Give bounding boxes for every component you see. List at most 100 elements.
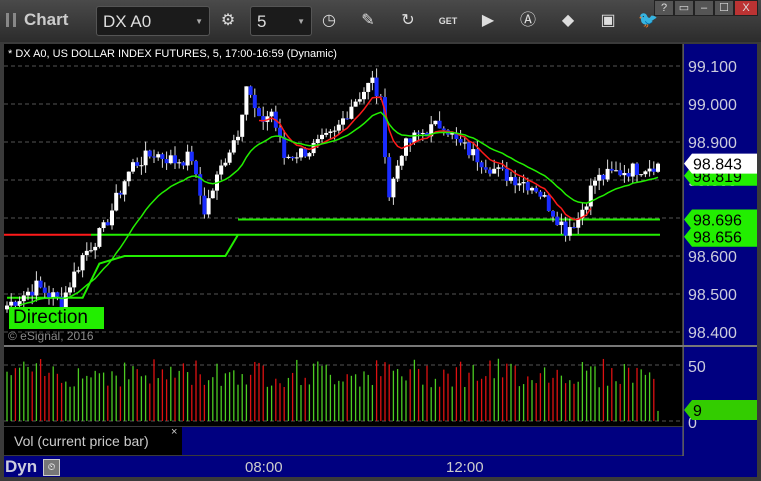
candle-body: [303, 148, 308, 157]
candle-body: [441, 128, 446, 131]
candle-body: [177, 162, 182, 164]
candle-body: [320, 134, 324, 140]
candle-body: [525, 182, 530, 191]
candle-body: [462, 142, 467, 144]
candle-body: [76, 270, 81, 272]
direction-label: Direction: [9, 307, 104, 329]
candle-body: [437, 120, 442, 129]
candle-body: [248, 86, 253, 95]
candle-body: [286, 156, 291, 158]
candle-body: [51, 292, 56, 298]
candle-body: [307, 153, 312, 157]
candle-body: [332, 130, 337, 132]
candle-body: [504, 168, 509, 181]
y-tick-label: 98.600: [688, 249, 737, 266]
candle-body: [84, 250, 89, 256]
candle-body: [517, 183, 522, 186]
candle-body: [471, 149, 476, 156]
candle-body: [458, 138, 463, 143]
candle-body: [370, 77, 375, 83]
candle-body: [601, 174, 606, 180]
candle-body: [21, 295, 26, 302]
volume-tick-label: 50: [688, 359, 706, 376]
chart-legend: * DX A0, US DOLLAR INDEX FUTURES, 5, 17:…: [8, 48, 337, 60]
candle-body: [97, 228, 102, 247]
last-price-flag-text: 98.843: [693, 157, 742, 174]
candle-body: [567, 227, 572, 236]
lock-clock-icon[interactable]: ⏲: [43, 459, 60, 476]
candle-body: [618, 170, 623, 176]
candle-body: [38, 280, 43, 288]
candle-body: [110, 210, 114, 226]
candle-body: [651, 168, 656, 172]
candle-body: [244, 86, 249, 115]
candle-body: [614, 170, 618, 172]
candle-body: [488, 169, 492, 174]
candle-body: [643, 171, 648, 175]
candle-body: [635, 163, 639, 175]
candle-body: [357, 99, 362, 102]
candle-body: [509, 177, 513, 181]
candle-body: [416, 132, 421, 134]
y-tick-label: 98.500: [688, 287, 737, 304]
candle-body: [588, 185, 593, 207]
volume-study-label[interactable]: Vol (current price bar): [4, 427, 182, 455]
candle-body: [341, 118, 345, 125]
candle-body: [30, 291, 35, 296]
candle-body: [420, 132, 425, 134]
candle-body: [143, 150, 148, 166]
candle-body: [315, 139, 320, 144]
y-tick-label: 98.400: [688, 325, 737, 342]
candle-body: [47, 292, 51, 298]
candle-body: [399, 155, 404, 166]
candle-body: [555, 216, 560, 226]
candle-body: [63, 292, 68, 309]
candle-body: [656, 163, 660, 172]
candle-body: [13, 301, 18, 306]
candle-body: [80, 255, 85, 271]
candle-body: [139, 165, 144, 167]
candle-body: [194, 161, 198, 175]
candle-body: [227, 152, 232, 163]
y-tick-label: 99.100: [688, 59, 737, 76]
candle-body: [542, 195, 547, 197]
candle-body: [551, 211, 555, 217]
candle-body: [408, 138, 413, 143]
time-axis: [4, 456, 684, 477]
candle-body: [534, 187, 539, 192]
candle-body: [131, 162, 135, 172]
candle-body: [118, 192, 123, 195]
candle-body: [626, 173, 631, 177]
candle-body: [622, 173, 627, 176]
volume-current-flag-text: 9: [693, 403, 702, 420]
candle-body: [89, 250, 93, 252]
candle-body: [374, 77, 379, 97]
close-study-icon[interactable]: ×: [171, 426, 177, 438]
candle-body: [156, 154, 161, 158]
candle-body: [68, 287, 72, 293]
candle-body: [299, 148, 303, 158]
candle-body: [42, 287, 47, 293]
candle-body: [122, 181, 127, 195]
candle-body: [219, 165, 224, 175]
candle-body: [593, 180, 597, 186]
candle-body: [479, 162, 484, 168]
candle-body: [160, 154, 165, 160]
candle-body: [433, 120, 438, 125]
candle-body: [597, 174, 602, 181]
candle-body: [546, 195, 551, 212]
candle-body: [181, 162, 186, 166]
candle-body: [630, 163, 635, 177]
candle-body: [210, 190, 215, 199]
candle-body: [252, 94, 257, 109]
y-tick-label: 99.000: [688, 97, 737, 114]
price-chart[interactable]: 99.10099.00098.90098.80098.70098.60098.5…: [0, 0, 761, 481]
candle-body: [500, 167, 505, 169]
candle-body: [257, 108, 261, 117]
candle-body: [282, 136, 287, 158]
candle-body: [34, 280, 39, 296]
candle-body: [324, 132, 329, 135]
level-price-flag-text: 98.656: [693, 230, 742, 247]
candle-body: [387, 157, 392, 198]
dynamic-mode[interactable]: Dyn: [5, 457, 37, 477]
